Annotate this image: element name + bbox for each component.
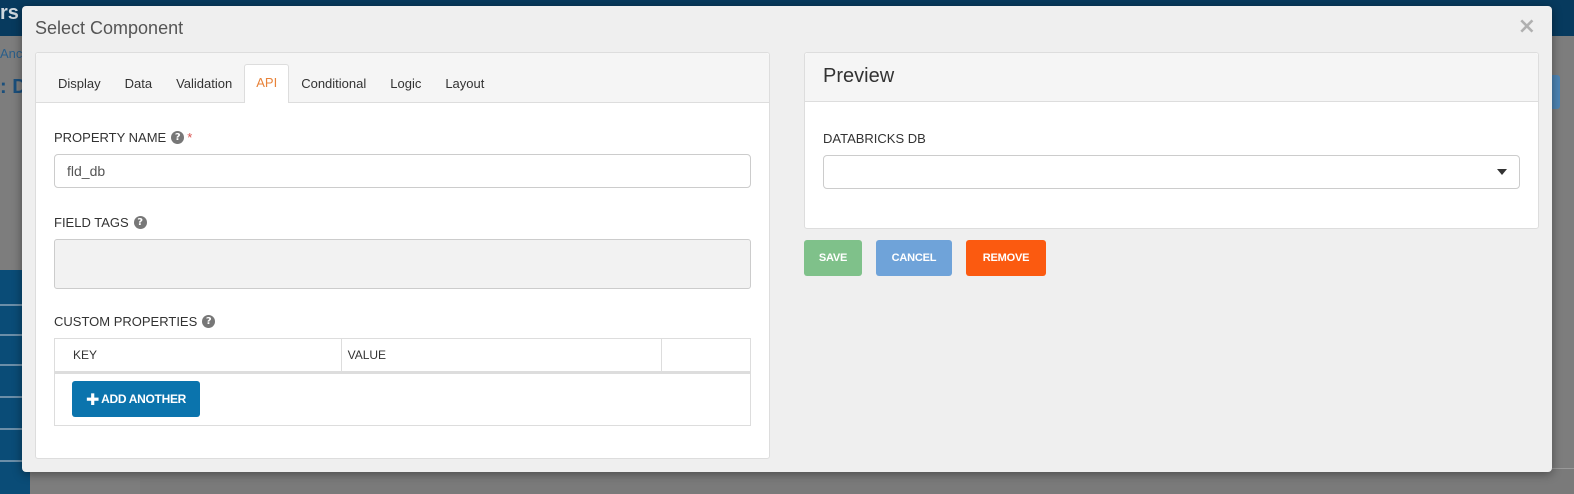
required-marker: * xyxy=(187,129,193,145)
modal-title: Select Component xyxy=(35,18,184,38)
cancel-button[interactable]: CANCEL xyxy=(876,240,952,276)
table-body: ✚ ADD ANOTHER xyxy=(55,374,750,425)
property-name-label: PROPERTY NAME ? * xyxy=(54,128,751,146)
question-circle-icon[interactable]: ? xyxy=(133,215,147,229)
custom-properties-table: KEY VALUE ✚ ADD ANOTHER xyxy=(54,338,751,426)
tab-logic[interactable]: Logic xyxy=(378,65,433,103)
tab-layout[interactable]: Layout xyxy=(433,65,496,103)
settings-tabs: Display Data Validation API Conditional … xyxy=(36,53,769,103)
action-buttons: SAVE CANCEL REMOVE xyxy=(804,240,1046,276)
custom-properties-label: CUSTOM PROPERTIES ? xyxy=(54,312,751,330)
column-header-value: VALUE xyxy=(342,339,663,371)
tab-display[interactable]: Display xyxy=(46,65,113,103)
table-header-row: KEY VALUE xyxy=(55,339,750,374)
tab-conditional[interactable]: Conditional xyxy=(289,65,378,103)
select-component-modal: Select Component × Display Data Validati… xyxy=(22,6,1552,472)
add-another-button[interactable]: ✚ ADD ANOTHER xyxy=(72,381,201,417)
remove-button[interactable]: REMOVE xyxy=(966,240,1046,276)
preview-title: Preview xyxy=(805,53,1538,102)
tab-api[interactable]: API xyxy=(244,64,290,103)
plus-icon: ✚ xyxy=(86,389,100,409)
databricks-db-select[interactable] xyxy=(823,155,1520,189)
add-another-label: ADD ANOTHER xyxy=(101,392,187,406)
field-tags-input[interactable] xyxy=(54,239,751,289)
field-tags-label: FIELD TAGS ? xyxy=(54,213,751,231)
tab-validation[interactable]: Validation xyxy=(164,65,244,103)
column-header-actions xyxy=(662,339,750,371)
tab-data[interactable]: Data xyxy=(113,65,164,103)
api-form: PROPERTY NAME ? * fld_db FIELD TAGS ? CU… xyxy=(36,103,769,426)
component-settings-panel: Display Data Validation API Conditional … xyxy=(35,52,770,459)
background-brand: rs xyxy=(0,2,19,24)
question-circle-icon[interactable]: ? xyxy=(171,130,185,144)
property-name-label-text: PROPERTY NAME xyxy=(54,129,167,145)
field-tags-label-text: FIELD TAGS xyxy=(54,214,129,230)
question-circle-icon[interactable]: ? xyxy=(202,314,216,328)
property-name-input[interactable]: fld_db xyxy=(54,154,751,188)
column-header-key: KEY xyxy=(55,339,342,371)
close-icon[interactable]: × xyxy=(1518,16,1536,38)
databricks-db-label: DATABRICKS DB xyxy=(823,130,926,146)
background-breadcrumb: Anc xyxy=(0,46,23,61)
save-button[interactable]: SAVE xyxy=(804,240,862,276)
caret-down-icon xyxy=(1497,169,1507,175)
preview-panel: Preview DATABRICKS DB xyxy=(804,52,1539,229)
custom-properties-label-text: CUSTOM PROPERTIES xyxy=(54,313,198,329)
preview-body: DATABRICKS DB xyxy=(805,102,1538,189)
